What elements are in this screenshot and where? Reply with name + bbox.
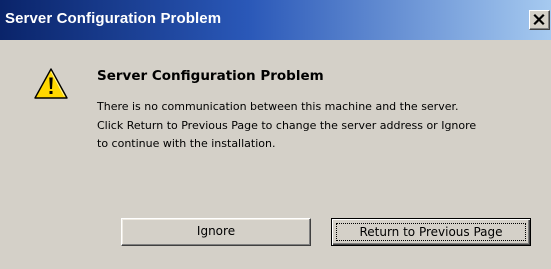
- close-icon: [533, 13, 545, 26]
- dialog-message: There is no communication between this m…: [97, 100, 477, 150]
- warning-icon: [34, 68, 68, 99]
- return-to-previous-page-button[interactable]: Return to Previous Page: [331, 218, 531, 246]
- ignore-button-label: Ignore: [196, 224, 236, 238]
- close-button[interactable]: [529, 10, 550, 30]
- dialog-heading: Server Configuration Problem: [97, 68, 324, 84]
- ignore-button[interactable]: Ignore: [121, 218, 311, 246]
- dialog-body: Server Configuration Problem There is no…: [0, 40, 551, 269]
- title-bar[interactable]: Server Configuration Problem: [0, 0, 551, 40]
- window-title: Server Configuration Problem: [5, 10, 222, 27]
- return-button-label: Return to Previous Page: [359, 225, 503, 239]
- dialog-window: Server Configuration Problem Server Conf…: [0, 0, 551, 269]
